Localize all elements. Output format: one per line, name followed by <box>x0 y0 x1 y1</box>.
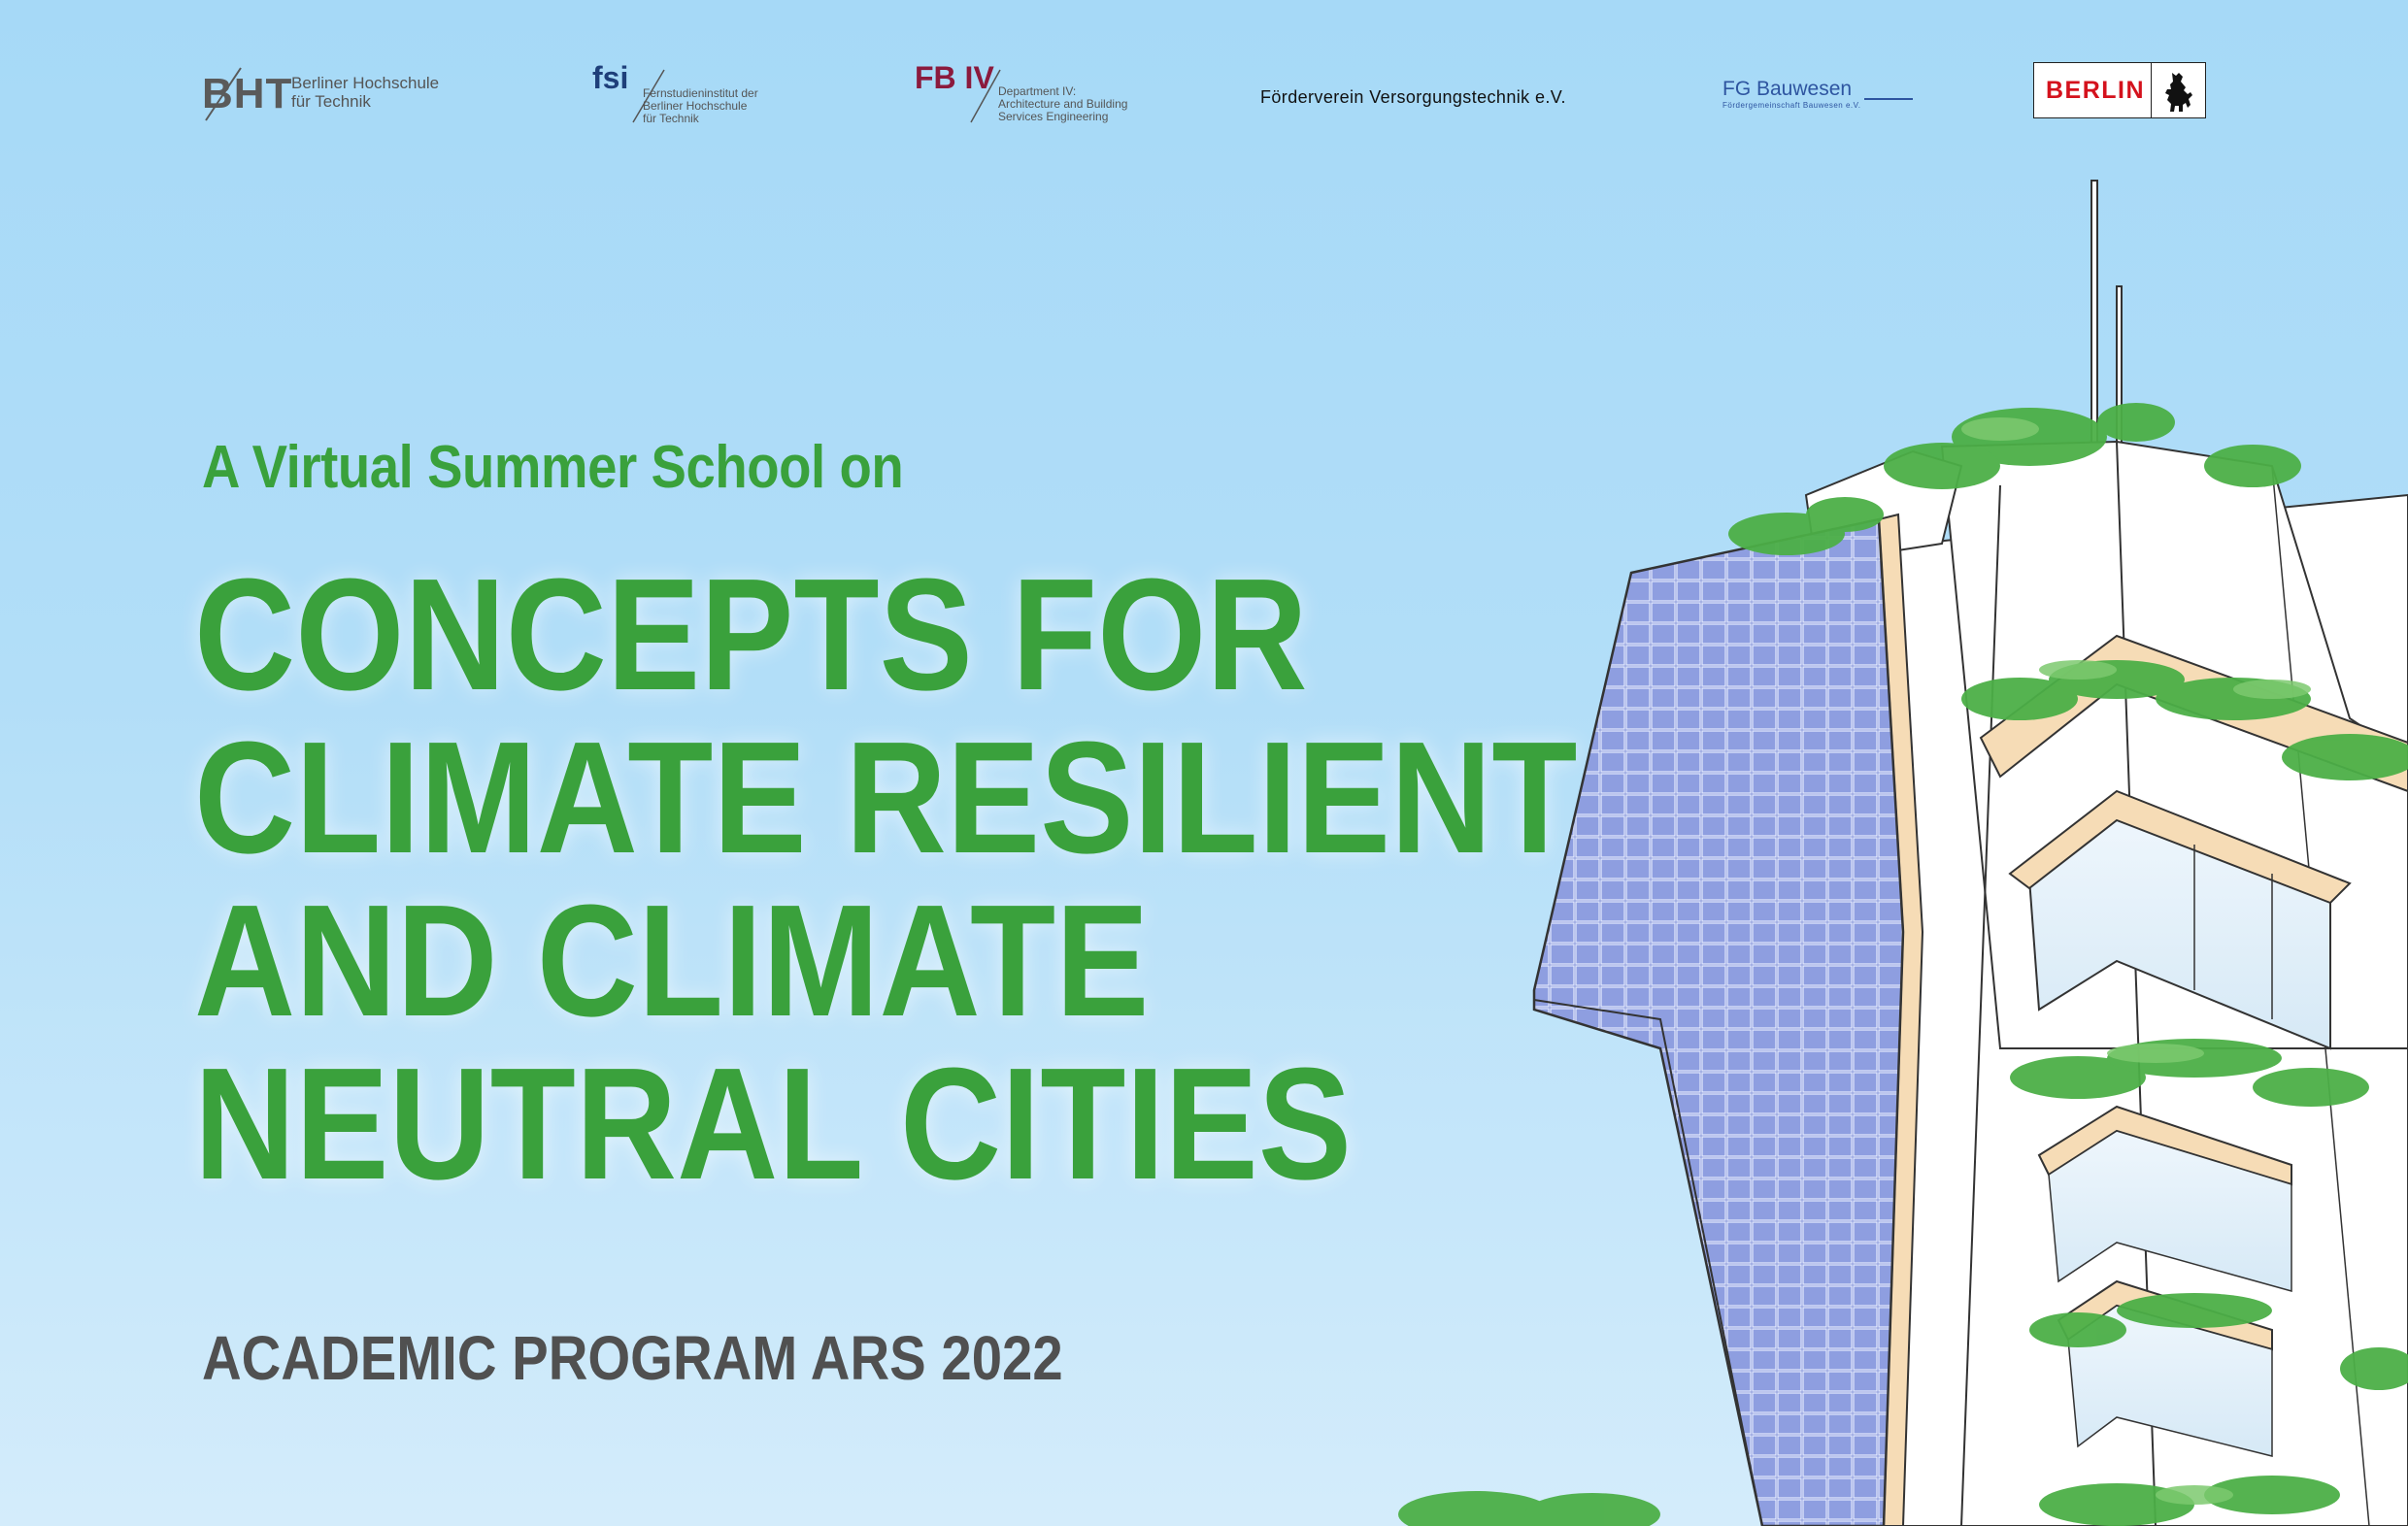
bht-slash-icon <box>205 67 242 121</box>
fg-bauwesen-sub: Fördergemeinschaft Bauwesen e.V. <box>1722 101 1861 110</box>
bht-logo-line1: Berliner Hochschule <box>291 74 440 92</box>
berlin-logo-divider <box>2151 63 2152 117</box>
berlin-logo-word: BERLIN <box>2046 77 2146 104</box>
main-title: CONCEPTS FOR CLIMATE RESILIENT AND CLIMA… <box>194 553 1577 1206</box>
fsi-logo-line3: für Technik <box>643 112 699 125</box>
solar-facade <box>1532 517 1905 1526</box>
fg-bauwesen-logo: FG Bauwesen Fördergemeinschaft Bauwesen … <box>1722 78 1917 116</box>
green-building-illustration <box>1398 180 2408 1526</box>
main-title-line-4: NEUTRAL CITIES <box>194 1035 1353 1212</box>
fsi-logo-text: Fernstudieninstitut der Berliner Hochsch… <box>643 87 758 125</box>
fsi-logo: fsi Fernstudieninstitut der Berliner Hoc… <box>590 60 804 128</box>
fb4-logo-line3: Services Engineering <box>998 110 1109 123</box>
main-title-line-3: AND CLIMATE <box>194 872 1150 1049</box>
fg-bauwesen-underline <box>1864 98 1913 100</box>
foerderverein-logo: Förderverein Versorgungstechnik e.V. <box>1260 87 1566 107</box>
main-title-line-1: CONCEPTS FOR <box>194 546 1308 723</box>
fsi-logo-mark: fsi <box>592 60 629 95</box>
fg-bauwesen-main: FG Bauwesen <box>1722 78 1853 100</box>
main-title-line-2: CLIMATE RESILIENT <box>194 709 1578 886</box>
bht-logo-line2: für Technik <box>291 92 371 111</box>
fb4-logo: FB IV Department IV: Architecture and Bu… <box>915 60 1167 128</box>
berlin-bear-icon <box>2165 73 2192 112</box>
subtitle: A Virtual Summer School on <box>202 434 904 501</box>
bht-logo-text: Berliner Hochschule für Technik <box>291 74 439 111</box>
fb4-logo-text: Department IV: Architecture and Building… <box>998 85 1127 123</box>
berlin-logo: BERLIN <box>2033 62 2206 118</box>
program-label: ACADEMIC PROGRAM ARS 2022 <box>202 1323 1063 1393</box>
